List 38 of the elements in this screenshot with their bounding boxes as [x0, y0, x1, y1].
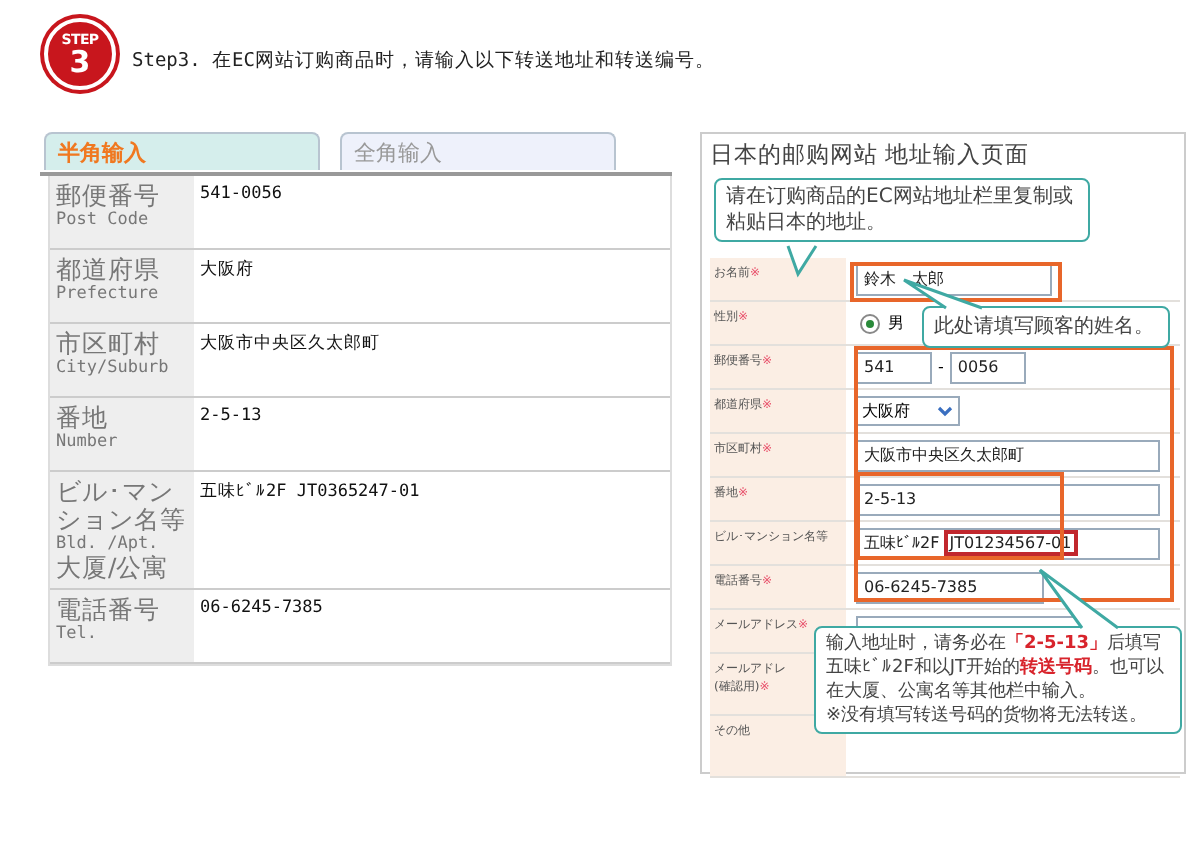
chevron-down-icon	[936, 402, 954, 420]
field-label: 電話番号	[56, 596, 162, 624]
radio-label: 男	[888, 312, 904, 334]
callout-pointer	[786, 246, 822, 276]
input-field[interactable]: 541	[856, 351, 932, 383]
field-label: 郵便番号	[56, 182, 162, 210]
field-sublabel: Post Code	[56, 210, 151, 230]
step-number: 3	[69, 47, 91, 77]
input-field[interactable]: 0056	[949, 351, 1026, 383]
field-label: 市区町村	[56, 330, 162, 358]
step-title: Step3. 在EC网站订购商品时，请输入以下转送地址和转送编号。	[132, 48, 715, 74]
field-sublabel: Number	[56, 432, 120, 452]
field-label: 番地	[56, 404, 110, 432]
dropdown-value: 大阪府	[862, 400, 910, 422]
input-field[interactable]: 06-6245-7385	[856, 571, 1044, 603]
field-sublabel: City/Suburb	[56, 358, 171, 378]
field-sublabel: Tel.	[56, 624, 99, 644]
input-field[interactable]: 2-5-13	[856, 483, 1160, 515]
field-sublabel: Bld. /Apt.	[56, 534, 161, 554]
field-label: ビル･マンション名等	[56, 478, 188, 534]
field-value: 541-0056	[200, 184, 282, 204]
separator: -	[938, 358, 944, 376]
callout-text: ※没有填写转送号码的货物将无法转送。	[826, 704, 1150, 728]
callout-text: 请在订购商品的EC网站地址栏里复制或粘贴日本的地址。	[726, 184, 1075, 236]
callout-text: 此处请填写顾客的姓名。	[934, 314, 1156, 340]
field-value: 五味ﾋﾞﾙ2F JT0365247-01	[200, 482, 420, 502]
field-value: 大阪府	[200, 260, 254, 280]
field-label: 都道府県	[56, 256, 162, 284]
field-sublabel: 大厦/公寓	[56, 554, 171, 582]
field-sublabel: Prefecture	[56, 284, 161, 304]
input-field[interactable]: 大阪市中央区久太郎町	[856, 439, 1160, 471]
radio-button[interactable]	[860, 313, 880, 333]
panel-title: 日本的邮购网站 地址输入页面	[708, 138, 1032, 170]
dropdown[interactable]: 大阪府	[856, 396, 960, 426]
field-value: 2-5-13	[200, 406, 262, 426]
field-value: 06-6245-7385	[200, 598, 323, 618]
callout-text: 输入地址时，请务必在「2-5-13」后填写五味ﾋﾞﾙ2F和以JT开始的转送号码。也可以在大厦、公寓名等其他栏中输入。	[826, 632, 1167, 704]
field-value: 大阪市中央区久太郎町	[200, 334, 380, 354]
